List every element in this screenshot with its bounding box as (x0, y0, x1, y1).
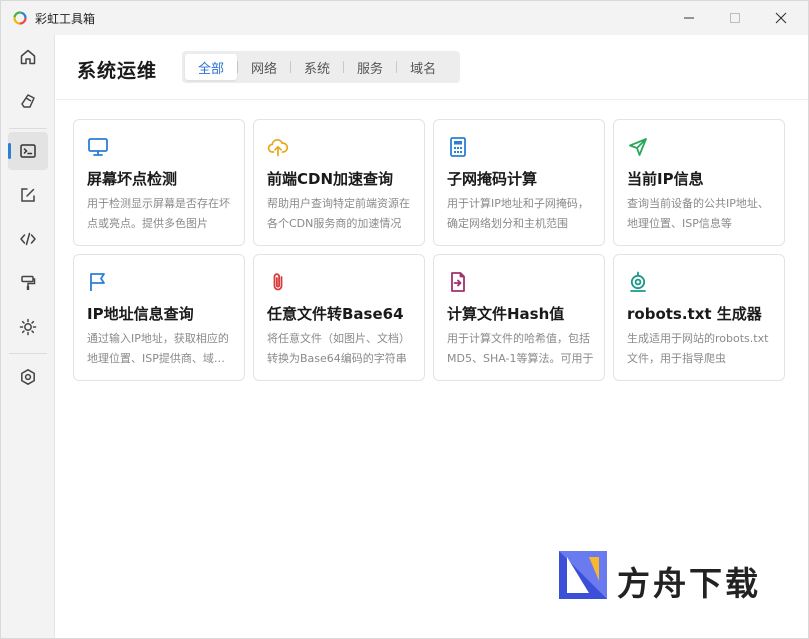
card-description: 生成适用于网站的robots.txt文件，用于指导爬虫 (627, 332, 769, 365)
close-icon (775, 12, 787, 24)
card-title: 前端CDN加速查询 (267, 170, 394, 188)
watermark-logo-icon (559, 551, 607, 599)
card-title: 子网掩码计算 (447, 170, 538, 188)
tool-card-file-hash[interactable]: 计算文件Hash值 用于计算文件的哈希值，包括MD5、SHA-1等算法。可用于 (433, 254, 605, 381)
card-title: 任意文件转Base64 (267, 305, 404, 323)
tool-card-robots-generator[interactable]: robots.txt 生成器 生成适用于网站的robots.txt文件，用于指导… (613, 254, 785, 381)
calculator-icon (450, 137, 466, 157)
sidebar-item-code[interactable] (8, 220, 48, 258)
edit-icon (21, 188, 35, 202)
close-button[interactable] (758, 1, 804, 35)
category-tabs: 全部 网络 系统 服务 域名 (182, 51, 460, 83)
card-title: 屏幕坏点检测 (87, 170, 178, 188)
cloud-upload-icon (267, 139, 289, 157)
home-icon (20, 49, 36, 65)
tool-card-subnet-calc[interactable]: 子网掩码计算 用于计算IP地址和子网掩码，确定网络划分和主机范围 (433, 119, 605, 246)
sidebar-divider (9, 353, 47, 354)
sidebar-item-home[interactable] (8, 38, 48, 76)
tool-card-file-to-base64[interactable]: 任意文件转Base64 将任意文件（如图片、文档）转换为Base64编码的字符串 (253, 254, 425, 381)
tab-system[interactable]: 系统 (291, 54, 343, 80)
maximize-icon (730, 13, 740, 23)
paperclip-icon (273, 273, 283, 291)
robot-icon (630, 271, 646, 292)
app-window: 彩虹工具箱 系统运维 全部 网络 系统 服务 域名 屏幕坏点检测 用于检测显示屏… (0, 0, 809, 639)
page-title: 系统运维 (77, 60, 158, 82)
card-description: 查询当前设备的公共IP地址、地理位置、ISP信息等 (627, 197, 769, 230)
card-title: IP地址信息查询 (87, 305, 194, 323)
sidebar-item-settings[interactable] (8, 358, 48, 396)
sidebar-item-theme[interactable] (8, 308, 48, 346)
window-title: 彩虹工具箱 (35, 12, 96, 26)
card-description: 将任意文件（如图片、文档）转换为Base64编码的字符串 (267, 332, 410, 365)
monitor-icon (88, 138, 108, 156)
sidebar (1, 35, 55, 638)
tab-all[interactable]: 全部 (185, 54, 238, 80)
send-icon (629, 138, 647, 156)
card-description: 用于计算IP地址和子网掩码，确定网络划分和主机范围 (447, 197, 589, 230)
tab-domain[interactable]: 域名 (397, 54, 449, 80)
tool-card-screen-pixel-test[interactable]: 屏幕坏点检测 用于检测显示屏幕是否存在坏点或亮点。提供多色图片 (73, 119, 245, 246)
header-divider (56, 99, 808, 100)
minimize-button[interactable] (666, 1, 712, 35)
sun-icon (19, 318, 37, 336)
settings-icon (21, 369, 35, 385)
flag-icon (90, 273, 105, 291)
card-description: 用于检测显示屏幕是否存在坏点或亮点。提供多色图片 (87, 197, 230, 230)
card-description: 帮助用户查询特定前端资源在各个CDN服务商的加速情况 (267, 197, 410, 230)
sidebar-item-paint[interactable] (8, 264, 48, 302)
paint-roller-icon (21, 275, 36, 290)
sidebar-item-eraser[interactable] (8, 82, 48, 120)
tool-card-current-ip[interactable]: 当前IP信息 查询当前设备的公共IP地址、地理位置、ISP信息等 (613, 119, 785, 246)
tab-service[interactable]: 服务 (344, 54, 396, 80)
eraser-icon (21, 94, 35, 108)
tool-card-ip-lookup[interactable]: IP地址信息查询 通过输入IP地址，获取相应的地理位置、ISP提供商、域名等 (73, 254, 245, 381)
minimize-icon (684, 17, 694, 19)
file-import-icon (451, 272, 465, 292)
sidebar-divider (9, 128, 47, 129)
code-icon (20, 232, 36, 246)
title-bar: 彩虹工具箱 (1, 1, 808, 35)
card-description: 通过输入IP地址，获取相应的地理位置、ISP提供商、域名等 (87, 332, 229, 365)
sidebar-item-terminal[interactable] (8, 132, 48, 170)
card-title: robots.txt 生成器 (627, 305, 762, 323)
tool-card-cdn-query[interactable]: 前端CDN加速查询 帮助用户查询特定前端资源在各个CDN服务商的加速情况 (253, 119, 425, 246)
watermark: 方舟下载 (559, 551, 779, 603)
card-description: 用于计算文件的哈希值，包括MD5、SHA-1等算法。可用于 (447, 332, 594, 365)
sidebar-item-edit[interactable] (8, 176, 48, 214)
maximize-button[interactable] (712, 1, 758, 35)
watermark-text: 方舟下载 (617, 564, 761, 603)
app-logo-icon (13, 11, 27, 25)
card-title: 当前IP信息 (627, 170, 704, 188)
card-title: 计算文件Hash值 (447, 305, 565, 323)
terminal-icon (20, 144, 36, 158)
tab-network[interactable]: 网络 (238, 54, 290, 80)
